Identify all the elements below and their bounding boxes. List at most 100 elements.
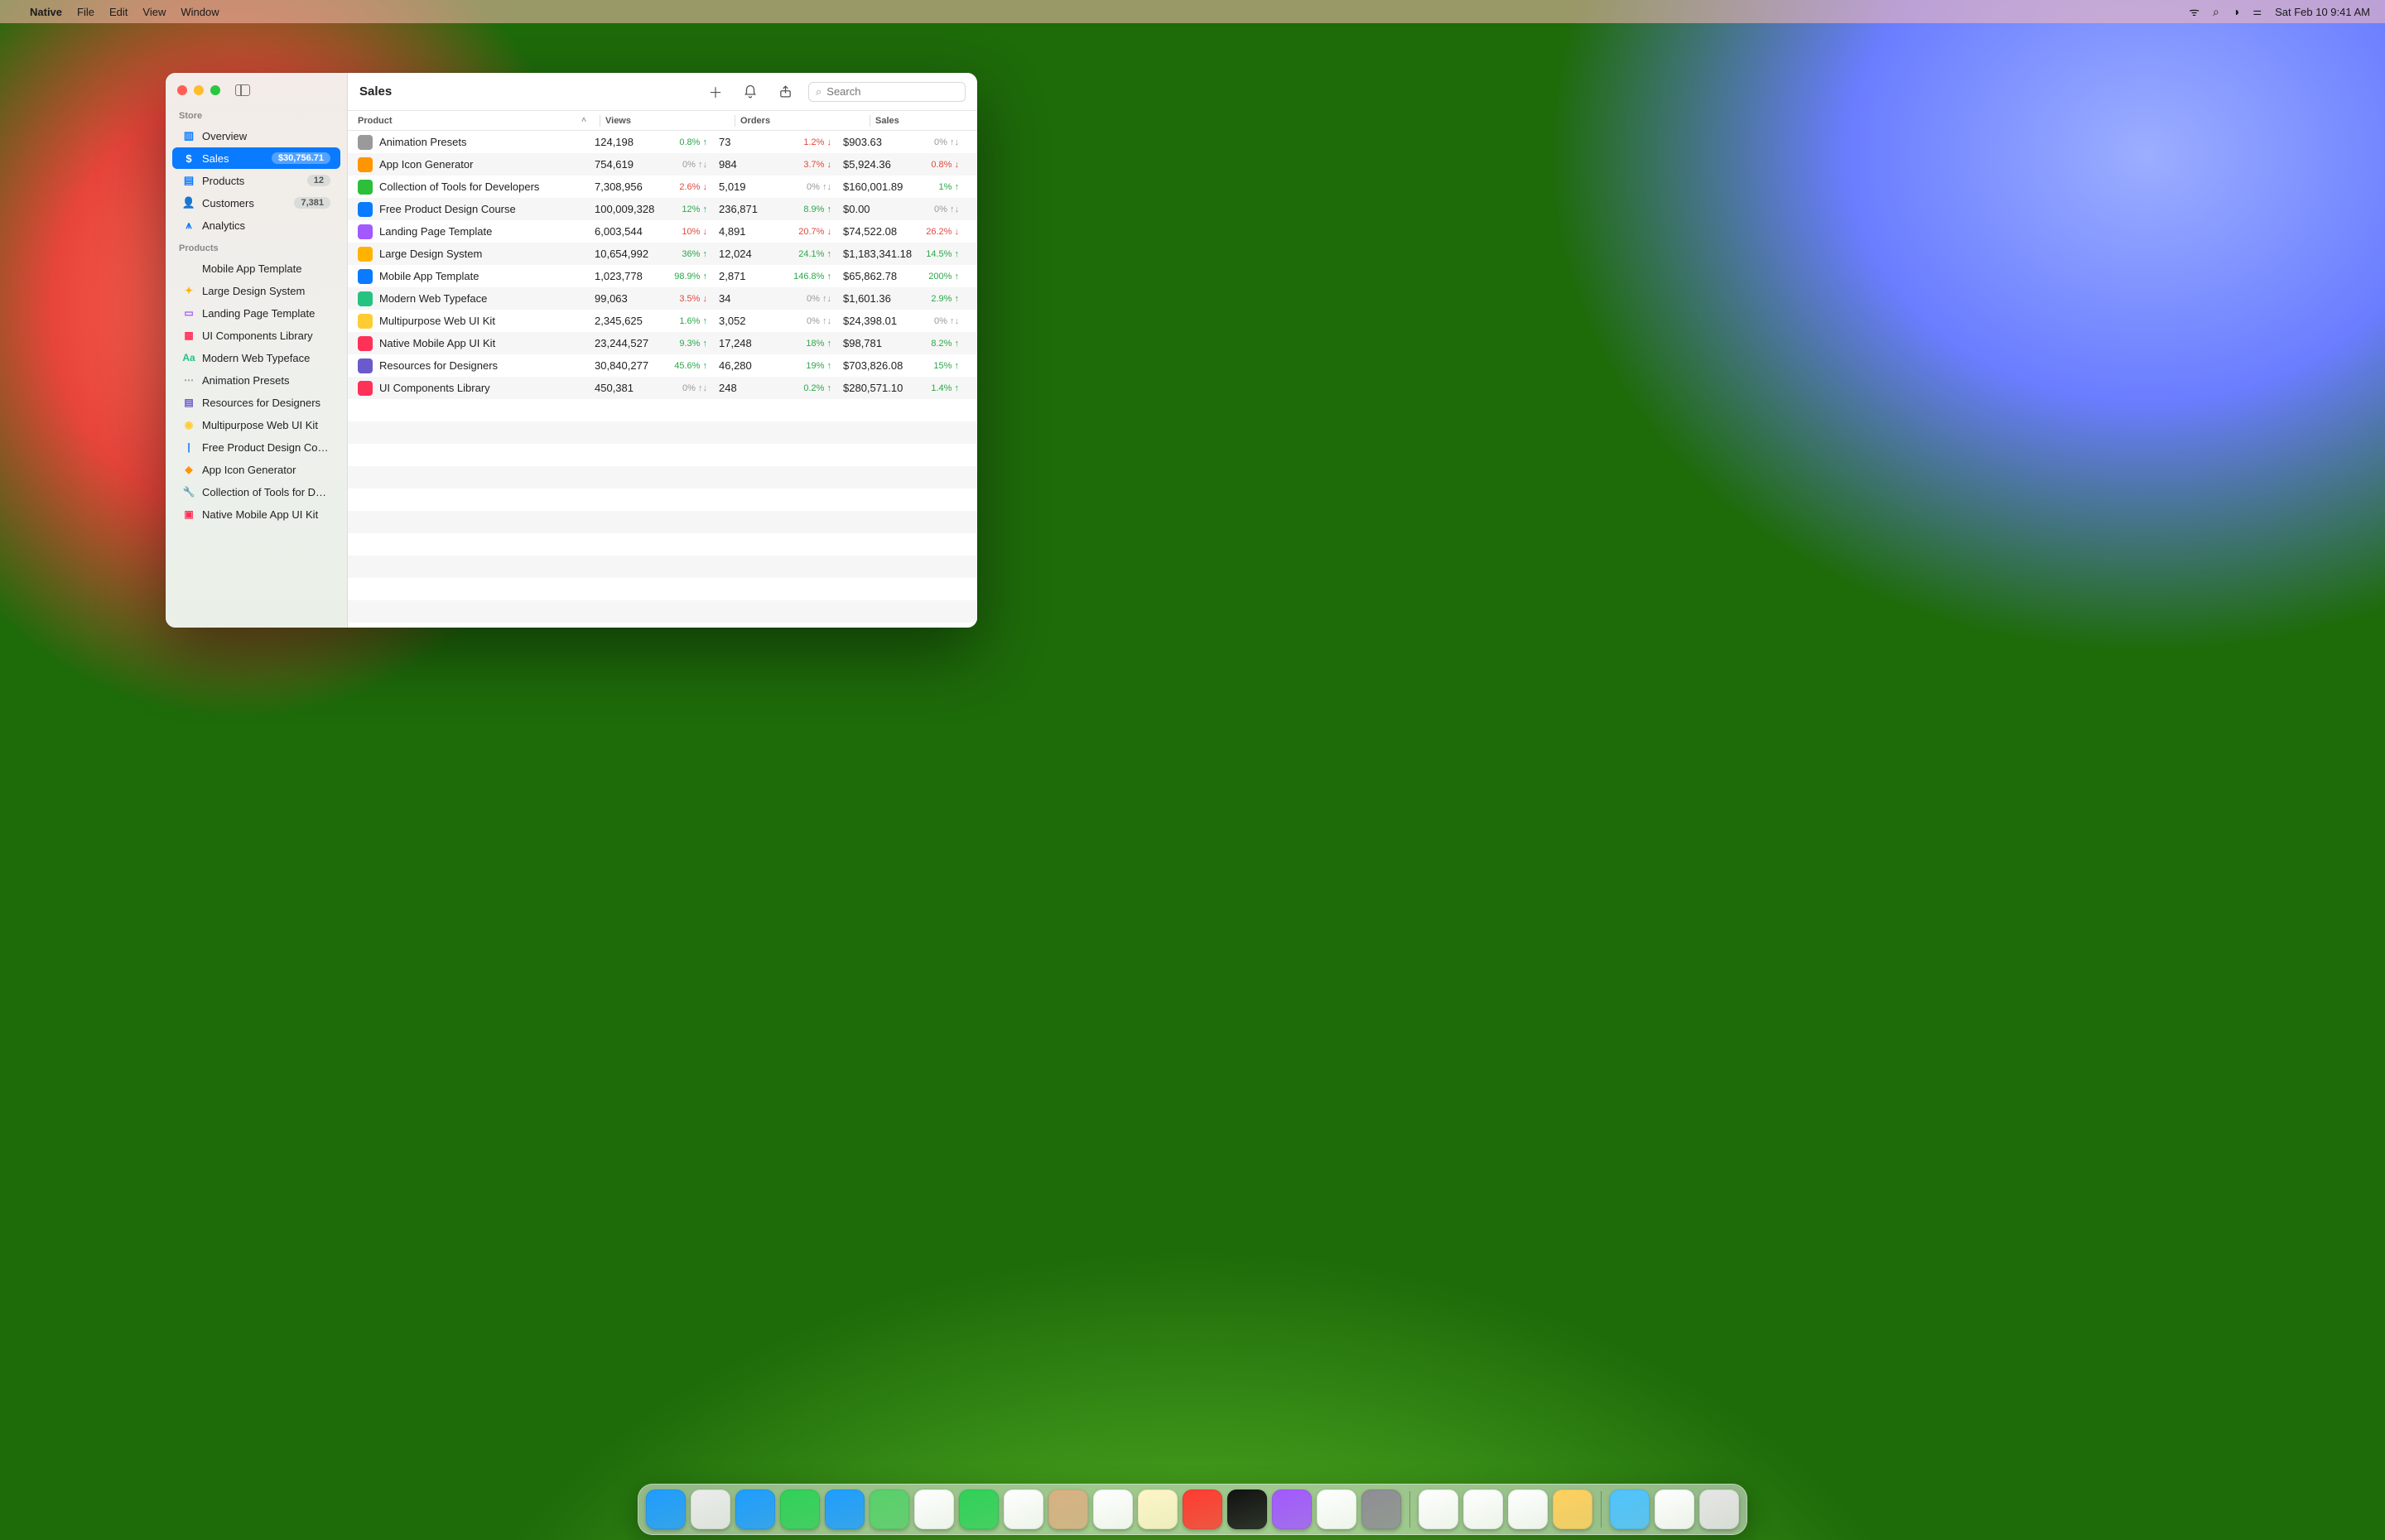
window-zoom-button[interactable]: [210, 85, 220, 95]
menu-file[interactable]: File: [77, 6, 94, 18]
table-row[interactable]: Free Product Design Course100,009,32812%…: [348, 198, 977, 220]
dock-preview-icon[interactable]: [1463, 1489, 1503, 1529]
product-icon: ▤: [182, 396, 195, 409]
menu-view[interactable]: View: [142, 6, 166, 18]
dock-app4-icon[interactable]: [1553, 1489, 1592, 1529]
dock-pages-doc-icon[interactable]: [1655, 1489, 1694, 1529]
sidebar-product-item[interactable]: ◆App Icon Generator: [172, 459, 340, 480]
menu-edit[interactable]: Edit: [109, 6, 128, 18]
sidebar-item-analytics[interactable]: ⩚Analytics: [172, 214, 340, 236]
product-color-icon: [358, 336, 373, 351]
sidebar-item-overview[interactable]: ▥Overview: [172, 125, 340, 147]
sidebar-product-item[interactable]: ▤Resources for Designers: [172, 392, 340, 413]
dock-facetime-icon[interactable]: [959, 1489, 999, 1529]
table-row-empty: [348, 600, 977, 623]
window-minimize-button[interactable]: [194, 85, 204, 95]
sidebar-product-item[interactable]: ▣Native Mobile App UI Kit: [172, 503, 340, 525]
dock-messages-icon[interactable]: [780, 1489, 820, 1529]
search-input[interactable]: [826, 85, 958, 98]
search-field[interactable]: ⌕: [808, 82, 966, 102]
sales-value: $160,001.89: [843, 180, 908, 193]
views-pct: 98.9% ↑: [674, 272, 707, 282]
table-row[interactable]: UI Components Library450,3810% ↑↓2480.2%…: [348, 377, 977, 399]
table-row-empty: [348, 556, 977, 578]
window-close-button[interactable]: [177, 85, 187, 95]
product-icon: ▦: [182, 329, 195, 342]
sales-pct: 0% ↑↓: [934, 205, 959, 214]
sidebar-product-item[interactable]: AaModern Web Typeface: [172, 347, 340, 368]
table-row-empty: [348, 511, 977, 533]
sidebar-product-item[interactable]: ⋯Animation Presets: [172, 369, 340, 391]
menu-window[interactable]: Window: [181, 6, 219, 18]
share-button[interactable]: [773, 80, 797, 103]
sidebar-product-item[interactable]: Mobile App Template: [172, 257, 340, 279]
views-pct: 0% ↑↓: [682, 383, 707, 393]
dock-keychain-icon[interactable]: [1508, 1489, 1548, 1529]
column-orders[interactable]: Orders: [740, 116, 865, 126]
sales-pct: 26.2% ↓: [926, 227, 959, 237]
sidebar-product-item[interactable]: |Free Product Design Course: [172, 436, 340, 458]
column-views[interactable]: Views: [605, 116, 730, 126]
dock-trash-icon[interactable]: [1699, 1489, 1739, 1529]
table-row[interactable]: Landing Page Template6,003,54410% ↓4,891…: [348, 220, 977, 243]
table-row[interactable]: Mobile App Template1,023,77898.9% ↑2,871…: [348, 265, 977, 287]
dock-contacts-icon[interactable]: [1048, 1489, 1088, 1529]
sales-pct: 8.2% ↑: [931, 339, 959, 349]
sidebar-product-item[interactable]: ✦Large Design System: [172, 280, 340, 301]
dock: [638, 1484, 1747, 1535]
wifi-icon[interactable]: ᯤ: [2189, 4, 2200, 20]
sidebar-toggle-icon[interactable]: [235, 84, 250, 96]
sidebar-badge: $30,756.71: [272, 152, 330, 164]
dock-tv-icon[interactable]: [1227, 1489, 1267, 1529]
column-product[interactable]: Product ˄: [354, 116, 595, 126]
table-row[interactable]: Native Mobile App UI Kit23,244,5279.3% ↑…: [348, 332, 977, 354]
product-name: Collection of Tools for Developers: [379, 180, 539, 193]
product-name: UI Components Library: [379, 382, 490, 394]
sales-pct: 15% ↑: [933, 361, 959, 371]
dock-settings-icon[interactable]: [1361, 1489, 1401, 1529]
table-row-empty: [348, 578, 977, 600]
sidebar-product-item[interactable]: 🔧Collection of Tools for Dev…: [172, 481, 340, 503]
clock[interactable]: Sat Feb 10 9:41 AM: [2275, 6, 2370, 18]
table-row[interactable]: Multipurpose Web UI Kit2,345,6251.6% ↑3,…: [348, 310, 977, 332]
table-row[interactable]: Resources for Designers30,840,27745.6% ↑…: [348, 354, 977, 377]
add-button[interactable]: ＋: [704, 80, 727, 103]
table-row[interactable]: Modern Web Typeface99,0633.5% ↓340% ↑↓$1…: [348, 287, 977, 310]
dock-launchpad-icon[interactable]: [691, 1489, 730, 1529]
table-row[interactable]: Animation Presets124,1980.8% ↑731.2% ↓$9…: [348, 131, 977, 153]
sidebar-product-item[interactable]: ▭Landing Page Template: [172, 302, 340, 324]
dock-reminders-icon[interactable]: [1093, 1489, 1133, 1529]
spotlight-icon[interactable]: ⌕: [2213, 5, 2219, 19]
sidebar-item-products[interactable]: ▤Products12: [172, 170, 340, 191]
dock-notes-icon[interactable]: [1138, 1489, 1178, 1529]
sidebar-item-label: Landing Page Template: [202, 307, 330, 320]
column-sales[interactable]: Sales: [875, 116, 971, 126]
control-center-icon[interactable]: ⚌: [2252, 6, 2262, 17]
sidebar-section-products: Products: [166, 237, 347, 257]
notifications-button[interactable]: [739, 80, 762, 103]
orders-pct: 8.9% ↑: [803, 205, 831, 214]
product-icon: Aa: [182, 351, 195, 364]
dock-news-icon[interactable]: [1317, 1489, 1356, 1529]
sidebar-item-customers[interactable]: 👤Customers7,381: [172, 192, 340, 214]
dock-calendar-icon[interactable]: [1004, 1489, 1043, 1529]
dock-safari-icon[interactable]: [735, 1489, 775, 1529]
user-icon[interactable]: ◑: [2233, 5, 2239, 18]
dock-maps-icon[interactable]: [870, 1489, 909, 1529]
dock-mail-icon[interactable]: [825, 1489, 865, 1529]
dock-textedit-icon[interactable]: [1419, 1489, 1458, 1529]
sidebar-product-item[interactable]: ▦UI Components Library: [172, 325, 340, 346]
sidebar-product-item[interactable]: ◉Multipurpose Web UI Kit: [172, 414, 340, 436]
dock-downloads-icon[interactable]: [1610, 1489, 1650, 1529]
sidebar-item-sales[interactable]: $Sales$30,756.71: [172, 147, 340, 169]
table-row[interactable]: Large Design System10,654,99236% ↑12,024…: [348, 243, 977, 265]
views-pct: 3.5% ↓: [679, 294, 707, 304]
product-icon: [182, 262, 195, 275]
dock-photos-icon[interactable]: [914, 1489, 954, 1529]
dock-podcasts-icon[interactable]: [1272, 1489, 1312, 1529]
app-menu[interactable]: Native: [30, 6, 62, 18]
table-row[interactable]: App Icon Generator754,6190% ↑↓9843.7% ↓$…: [348, 153, 977, 176]
dock-finder-icon[interactable]: [646, 1489, 686, 1529]
dock-music-icon[interactable]: [1183, 1489, 1222, 1529]
table-row[interactable]: Collection of Tools for Developers7,308,…: [348, 176, 977, 198]
